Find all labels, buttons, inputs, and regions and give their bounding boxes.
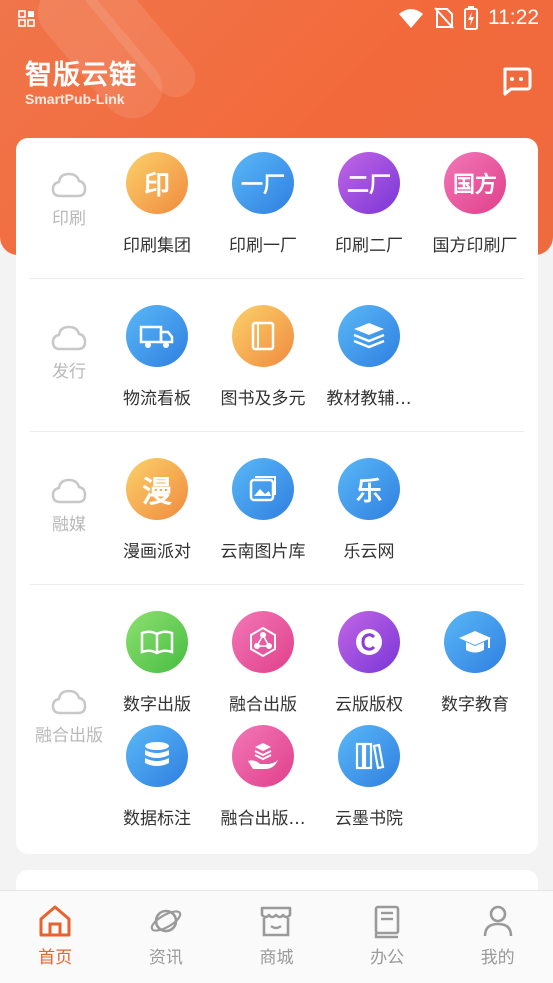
category-distribution: 发行	[30, 323, 108, 382]
app-yunnan-image-library[interactable]: 云南图片库	[210, 458, 316, 562]
cloud-icon	[51, 689, 87, 715]
tab-news[interactable]: 资讯	[111, 891, 222, 983]
tab-home[interactable]: 首页	[0, 891, 111, 983]
wifi-icon	[399, 9, 423, 28]
status-bar: 11:22	[0, 0, 553, 40]
category-converged-publishing: 融合出版	[30, 687, 108, 746]
app-printing-factory-2[interactable]: 二厂 印刷二厂	[316, 152, 422, 256]
app-label: 乐云网	[343, 542, 395, 562]
no-sim-icon	[434, 7, 454, 29]
open-book-icon	[126, 611, 188, 673]
app-label: 漫画派对	[123, 542, 191, 562]
app-label: 印刷二厂	[335, 236, 403, 256]
battery-charging-icon	[464, 6, 478, 30]
factory-two-icon: 二厂	[338, 152, 400, 214]
app-label: 印刷一厂	[229, 236, 297, 256]
app-label: 物流看板	[123, 389, 191, 409]
tab-label: 我的	[480, 948, 515, 968]
app-data-annotation[interactable]: 数据标注	[104, 725, 210, 829]
app-logistics-board[interactable]: 物流看板	[104, 305, 210, 409]
image-icon	[232, 458, 294, 520]
app-label: 数字教育	[441, 695, 509, 715]
comic-icon: 漫	[126, 458, 188, 520]
tab-store[interactable]: 商城	[221, 891, 332, 983]
app-label: 云版版权	[335, 695, 403, 715]
app-textbooks[interactable]: 教材教辅…	[316, 305, 422, 409]
section-printing: 印刷 印 印刷集团 一厂 印刷一厂 二厂 印刷二厂 国方 国方印刷厂	[30, 152, 524, 277]
home-icon	[39, 905, 71, 937]
app-label: 融合出版…	[220, 809, 306, 829]
app-label: 云南图片库	[220, 542, 306, 562]
bottom-tab-bar: 首页 资讯 商城 办公 我的	[0, 890, 553, 983]
app-books-diverse[interactable]: 图书及多元	[210, 305, 316, 409]
section-distribution: 发行 物流看板 图书及多元 教材教辅…	[30, 305, 524, 430]
cloud-icon	[51, 325, 87, 351]
tab-label: 首页	[38, 948, 73, 968]
graduation-cap-icon	[444, 611, 506, 673]
stack-icon	[338, 305, 400, 367]
app-label: 国方印刷厂	[432, 236, 518, 256]
books-icon	[338, 725, 400, 787]
tab-office[interactable]: 办公	[332, 891, 443, 983]
app-printing-factory-1[interactable]: 一厂 印刷一厂	[210, 152, 316, 256]
section-media: 融媒 漫 漫画派对 云南图片库 乐 乐云网	[30, 458, 524, 583]
person-icon	[483, 905, 512, 937]
app-digital-publishing[interactable]: 数字出版	[104, 611, 210, 715]
app-grid-icon	[18, 10, 35, 27]
divider	[30, 584, 524, 585]
network-icon	[232, 611, 294, 673]
tab-label: 办公	[370, 948, 405, 968]
planet-icon	[150, 909, 182, 933]
store-icon	[261, 906, 292, 937]
guofang-icon: 国方	[444, 152, 506, 214]
truck-icon	[126, 305, 188, 367]
app-comic-party[interactable]: 漫 漫画派对	[104, 458, 210, 562]
app-yunmo-academy[interactable]: 云墨书院	[316, 725, 422, 829]
copyright-icon	[338, 611, 400, 673]
app-label: 教材教辅…	[326, 389, 412, 409]
book-icon	[232, 305, 294, 367]
app-label: 图书及多元	[220, 389, 306, 409]
leyun-icon: 乐	[338, 458, 400, 520]
app-label: 数字出版	[123, 695, 191, 715]
app-title: 智版云链	[25, 60, 137, 91]
app-label: 融合出版	[229, 695, 297, 715]
cloud-icon	[51, 478, 87, 504]
app-printing-group[interactable]: 印 印刷集团	[104, 152, 210, 256]
tab-label: 资讯	[148, 948, 183, 968]
section-converged-publishing: 融合出版 数字出版 融合出版 云版版权 数字教育 数据标注 融合出版… 云墨书院	[30, 611, 524, 841]
app-digital-education[interactable]: 数字教育	[422, 611, 528, 715]
cloud-icon	[51, 172, 87, 198]
status-time: 11:22	[488, 6, 539, 29]
factory-one-icon: 一厂	[232, 152, 294, 214]
app-converged-publishing-2[interactable]: 融合出版…	[210, 725, 316, 829]
notebook-icon	[374, 905, 400, 939]
app-subtitle: SmartPub-Link	[25, 91, 125, 107]
app-guofang-printing[interactable]: 国方 国方印刷厂	[422, 152, 528, 256]
app-label: 云墨书院	[335, 809, 403, 829]
divider	[30, 431, 524, 432]
tab-label: 商城	[259, 948, 294, 968]
app-label: 数据标注	[123, 809, 191, 829]
app-grid-card: 印刷 印 印刷集团 一厂 印刷一厂 二厂 印刷二厂 国方 国方印刷厂 发行 物流…	[16, 138, 538, 854]
app-yunban-copyright[interactable]: 云版版权	[316, 611, 422, 715]
message-icon[interactable]	[499, 63, 533, 97]
app-converged-publishing[interactable]: 融合出版	[210, 611, 316, 715]
category-media: 融媒	[30, 476, 108, 535]
category-printing: 印刷	[30, 170, 108, 229]
database-icon	[126, 725, 188, 787]
printing-group-icon: 印	[126, 152, 188, 214]
divider	[30, 278, 524, 279]
tab-profile[interactable]: 我的	[442, 891, 553, 983]
app-leyun-net[interactable]: 乐 乐云网	[316, 458, 422, 562]
layers-hand-icon	[232, 725, 294, 787]
app-label: 印刷集团	[123, 236, 191, 256]
